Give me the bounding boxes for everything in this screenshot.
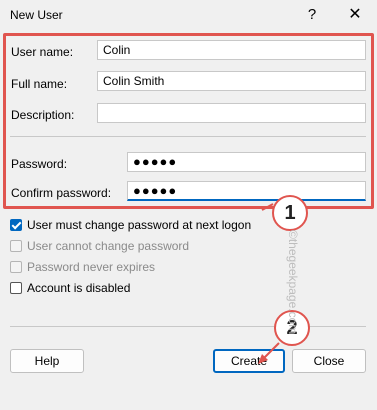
annotation-arrows [258, 203, 280, 364]
step-1-badge: 1 [272, 195, 308, 231]
watermark: ©thegeekpage.com [286, 230, 300, 335]
